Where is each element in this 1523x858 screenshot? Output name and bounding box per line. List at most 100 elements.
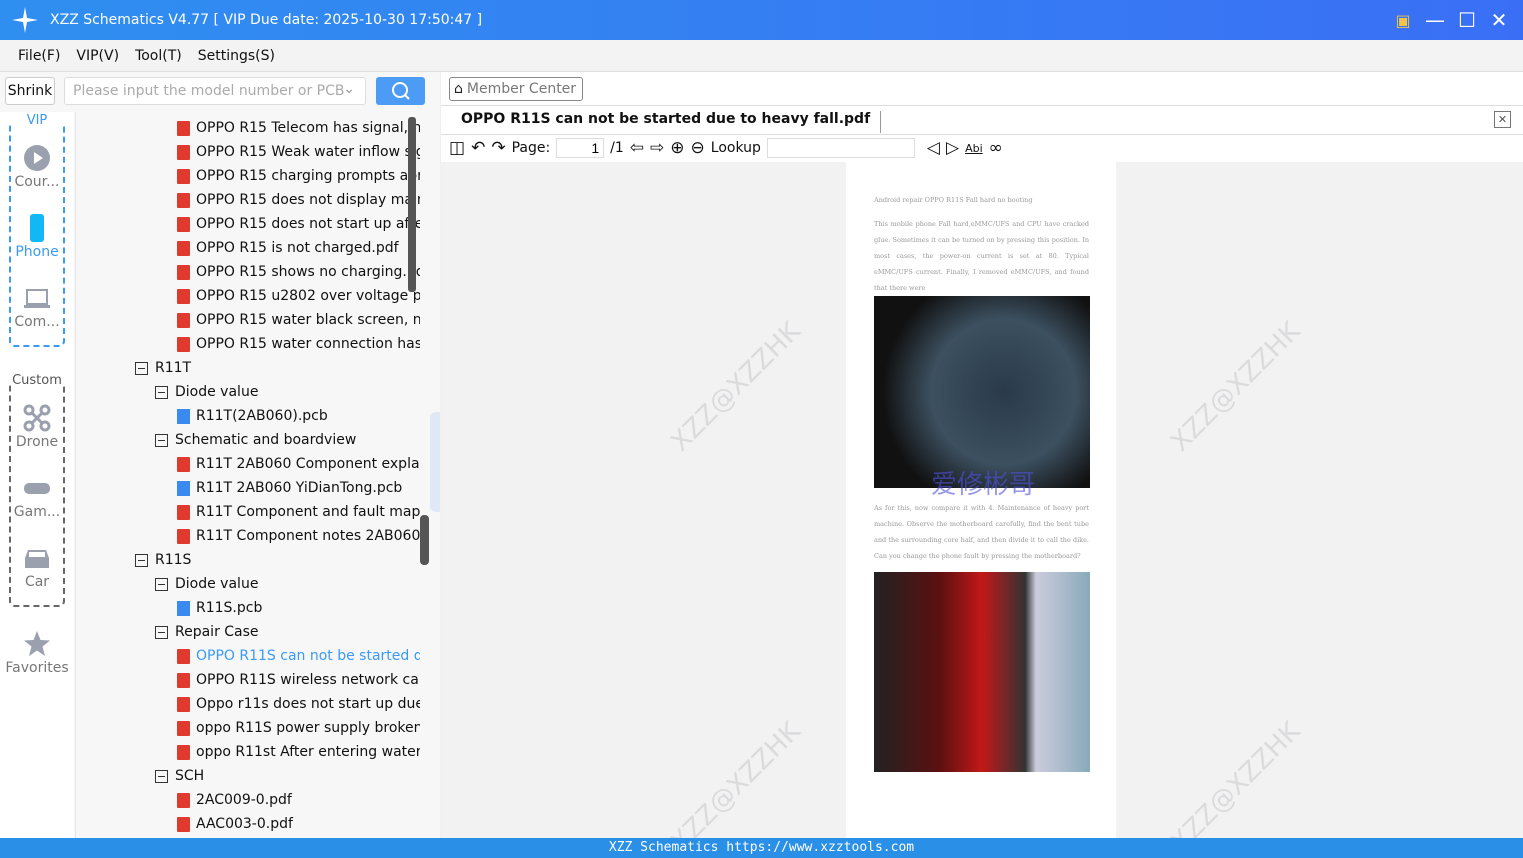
tree-file[interactable]: OPPO R15 does not display main	[177, 188, 420, 212]
tree-item-label: OPPO R15 does not display main	[196, 192, 420, 208]
tree-file[interactable]: R11T Component notes 2AB060	[177, 524, 420, 548]
match-case-icon[interactable]: Abi	[965, 142, 983, 155]
tree-file[interactable]: OPPO R15 charging prompts abnormal	[177, 164, 420, 188]
vip-group-label: VIP	[11, 114, 63, 128]
tree-file[interactable]: R11T Component and fault map	[177, 500, 420, 524]
tree-file[interactable]: R11S.pcb	[177, 596, 420, 620]
pdf-page: Android repair OPPO R11S Fall hard no bo…	[846, 162, 1116, 842]
category-drone[interactable]: Drone	[0, 404, 74, 450]
tree-file[interactable]: OPPO R11S can not be started due	[177, 644, 420, 668]
pdf-file-icon	[177, 168, 190, 184]
next-page-icon[interactable]: ⇨	[650, 138, 664, 158]
tree-file[interactable]: OPPO R15 water black screen, no	[177, 308, 420, 332]
page-total: /1	[610, 140, 624, 156]
find-next-icon[interactable]: ▷	[946, 138, 959, 158]
maximize-button[interactable]: ☐	[1457, 8, 1477, 32]
category-courses[interactable]: Cour...	[0, 144, 74, 190]
collapse-toggle-icon[interactable]	[135, 553, 148, 567]
tree-item-label: R11T Component notes 2AB060	[196, 528, 420, 544]
collapse-toggle-icon[interactable]	[135, 361, 148, 375]
prev-page-icon[interactable]: ⇦	[630, 138, 644, 158]
tree-item-label: R11T 2AB060 Component explanation	[196, 456, 420, 472]
lookup-input[interactable]	[766, 138, 915, 158]
search-placeholder: Please input the model number or PCB	[73, 83, 345, 99]
favorites[interactable]: Favorites	[0, 630, 74, 676]
tree-file[interactable]: 2AC009-0.pdf	[177, 788, 420, 812]
tree-folder[interactable]: Diode value	[155, 380, 420, 404]
tree-scrollbar[interactable]	[408, 117, 416, 292]
category-sidebar: VIP Custom Cour... Phone Com... Drone Ga…	[0, 112, 74, 838]
category-computer[interactable]: Com...	[0, 284, 74, 330]
pdf-file-icon	[177, 456, 190, 472]
tree-folder[interactable]: SCH	[155, 764, 420, 788]
menu-file[interactable]: File(F)	[18, 48, 60, 64]
drone-icon	[23, 404, 51, 432]
tree-file[interactable]: R11T 2AB060 YiDianTong.pcb	[177, 476, 420, 500]
page-input[interactable]	[556, 138, 605, 158]
menu-tool[interactable]: Tool(T)	[135, 48, 182, 64]
tree-file[interactable]: OPPO R15 water connection has	[177, 332, 420, 356]
tree-file[interactable]: R11T 2AB060 Component explanation	[177, 452, 420, 476]
pdf-file-icon	[177, 336, 190, 352]
find-prev-icon[interactable]: ◁	[927, 138, 940, 158]
tree-item-label: AAC003-0.pdf	[196, 816, 293, 832]
tree-file[interactable]: OPPO R15 u2802 over voltage pdf	[177, 284, 420, 308]
close-button[interactable]: ✕	[1489, 8, 1509, 32]
tree-folder[interactable]: R11S	[135, 548, 420, 572]
page-paragraph: As for this, now compare it with 4. Main…	[874, 504, 1089, 560]
tree-file[interactable]: OPPO R15 is not charged.pdf	[177, 236, 420, 260]
vip-bag-icon[interactable]: ▣	[1393, 11, 1413, 30]
tree-folder[interactable]: Schematic and boardview	[155, 428, 420, 452]
collapse-toggle-icon[interactable]	[155, 625, 168, 639]
rotate-left-icon[interactable]: ↶	[471, 138, 485, 158]
watermark: XZZ@XZZHK	[1165, 316, 1307, 458]
category-car[interactable]: Car	[0, 544, 74, 590]
tree-file[interactable]: Oppo r11s does not start up due	[177, 692, 420, 716]
menu-settings[interactable]: Settings(S)	[198, 48, 275, 64]
tree-file[interactable]: R11T(2AB060).pcb	[177, 404, 420, 428]
pane-scrollbar[interactable]	[420, 515, 429, 565]
pdf-file-icon	[177, 240, 190, 256]
page-heading: Android repair OPPO R11S Fall hard no bo…	[874, 196, 1033, 204]
binoculars-icon[interactable]: ∞	[989, 138, 1003, 158]
collapse-handle[interactable]	[430, 412, 440, 512]
pdf-viewer[interactable]: Android repair OPPO R11S Fall hard no bo…	[441, 162, 1523, 858]
tree-file[interactable]: OPPO R15 Telecom has signal, no service	[177, 116, 420, 140]
tree-folder[interactable]: Repair Case	[155, 620, 420, 644]
two-page-icon[interactable]: ◫	[449, 138, 465, 158]
tree-item-label: R11S	[155, 552, 192, 568]
tree-file[interactable]: OPPO R15 shows no charging.pdf	[177, 260, 420, 284]
tree-file[interactable]: OPPO R11S wireless network can	[177, 668, 420, 692]
menu-vip[interactable]: VIP(V)	[76, 48, 119, 64]
category-games[interactable]: Gam...	[0, 474, 74, 520]
watermark: XZZ@XZZHK	[665, 316, 807, 458]
category-phone[interactable]: Phone	[0, 214, 74, 260]
tree-file[interactable]: oppo R11st After entering water	[177, 740, 420, 764]
category-label: Drone	[15, 434, 59, 450]
tree-file[interactable]: OPPO R15 Weak water inflow signal	[177, 140, 420, 164]
phone-photo	[874, 572, 1090, 772]
close-tab-icon[interactable]: ✕	[1494, 111, 1511, 128]
zoom-out-icon[interactable]: ⊖	[691, 138, 705, 158]
model-search-input[interactable]: Please input the model number or PCB ⌄	[64, 77, 366, 105]
zoom-in-icon[interactable]: ⊕	[670, 138, 684, 158]
member-center-button[interactable]: ⌂ Member Center	[449, 77, 584, 101]
tab-document[interactable]: OPPO R11S can not be started due to heav…	[461, 111, 882, 133]
shrink-button[interactable]: Shrink	[5, 77, 55, 105]
collapse-toggle-icon[interactable]	[155, 433, 168, 447]
rotate-right-icon[interactable]: ↷	[491, 138, 505, 158]
tree-file[interactable]: AAC003-0.pdf	[177, 812, 420, 836]
phone-icon	[30, 214, 44, 242]
tree-file[interactable]: OPPO R15 does not start up after	[177, 212, 420, 236]
tree-item-label: OPPO R11S wireless network can	[196, 672, 420, 688]
tree-folder[interactable]: R11T	[135, 356, 420, 380]
minimize-button[interactable]: —	[1425, 8, 1445, 32]
collapse-toggle-icon[interactable]	[155, 769, 168, 783]
tree-item-label: SCH	[175, 768, 205, 784]
search-button[interactable]	[376, 77, 425, 105]
collapse-toggle-icon[interactable]	[155, 385, 168, 399]
collapse-toggle-icon[interactable]	[155, 577, 168, 591]
chevron-down-icon[interactable]: ⌄	[343, 81, 355, 97]
tree-file[interactable]: oppo R11S power supply broken	[177, 716, 420, 740]
tree-folder[interactable]: Diode value	[155, 572, 420, 596]
